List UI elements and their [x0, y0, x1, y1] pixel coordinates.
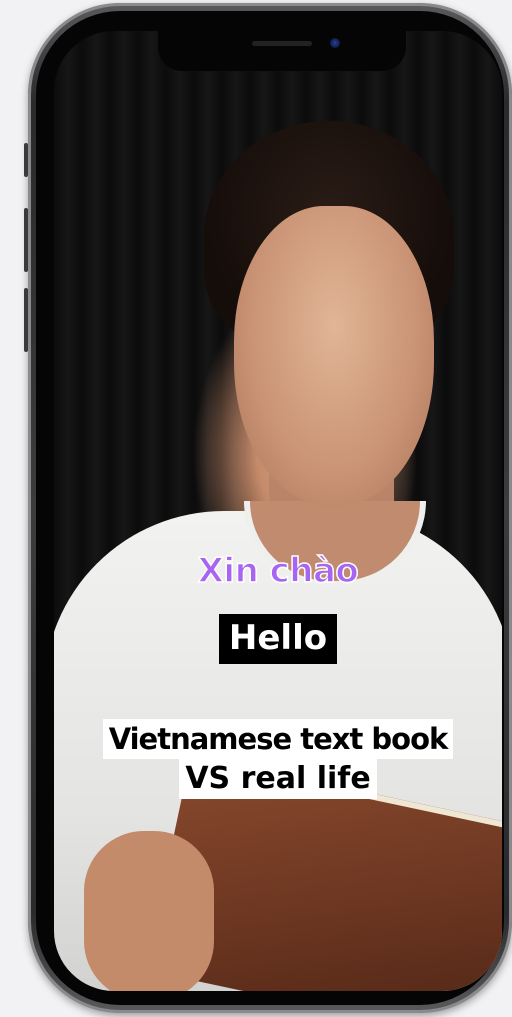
- volume-up-button: [24, 208, 28, 272]
- video-title-line-2: VS real life: [179, 759, 377, 799]
- caption-vietnamese: Xin chào: [197, 550, 360, 592]
- volume-down-button: [24, 288, 28, 352]
- caption-english-wrap: Hello: [54, 614, 502, 664]
- scene-face: [234, 206, 434, 506]
- earpiece-speaker: [252, 41, 312, 46]
- phone-notch: [158, 31, 406, 71]
- front-camera: [330, 38, 340, 48]
- silent-switch: [24, 143, 28, 177]
- video-title: Vietnamese text book VS real life: [54, 719, 502, 799]
- video-screen[interactable]: Xin chào Hello Vietnamese text book VS r…: [54, 31, 502, 991]
- scene-hand: [84, 831, 214, 991]
- caption-english: Hello: [218, 614, 338, 664]
- video-title-line-1: Vietnamese text book: [102, 719, 454, 759]
